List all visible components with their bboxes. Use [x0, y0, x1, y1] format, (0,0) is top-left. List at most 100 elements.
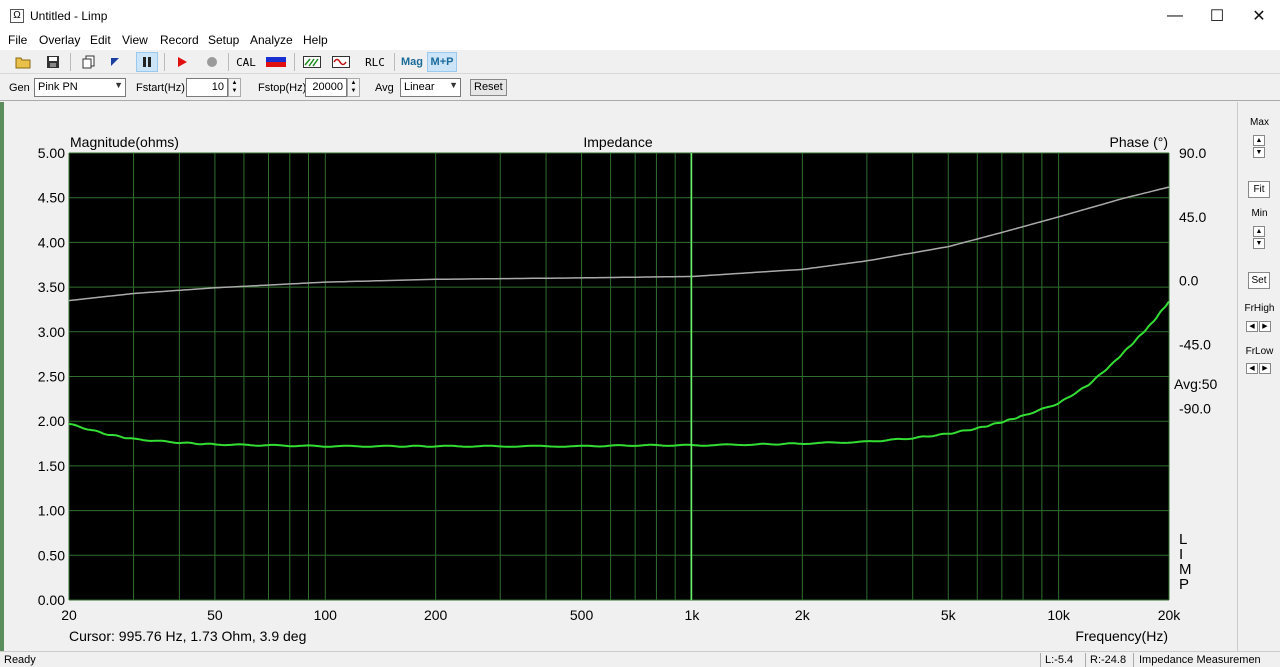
menu-file[interactable]: File	[8, 33, 27, 47]
chevron-down-icon: ▼	[449, 80, 458, 90]
generator-select[interactable]: Pink PN ▼	[34, 78, 126, 97]
max-down-button[interactable]: ▼	[1253, 147, 1265, 158]
menu-analyze[interactable]: Analyze	[250, 33, 293, 47]
fit-button[interactable]: Fit	[1248, 181, 1270, 198]
y-tick-label-right: -45.0	[1179, 337, 1211, 353]
x-tick-label: 20k	[1158, 607, 1182, 623]
y-axis-label-right: Phase (°)	[1109, 134, 1168, 150]
fstart-spinner[interactable]: ▲ ▼	[228, 78, 241, 97]
y-tick-label-left: 4.00	[38, 234, 65, 250]
minimize-button[interactable]: —	[1152, 0, 1198, 31]
fstop-label: Fstop(Hz)	[258, 82, 307, 94]
avg-count-label: Avg:50	[1174, 376, 1218, 392]
x-tick-label: 5k	[941, 607, 957, 623]
menu-edit[interactable]: Edit	[90, 33, 111, 47]
fstop-spinner[interactable]: ▲ ▼	[347, 78, 360, 97]
scale-panel: Max ▲ ▼ Fit Min ▲ ▼ Set FrHigh ◀ ▶ FrLow…	[1237, 102, 1280, 651]
fstart-label: Fstart(Hz)	[136, 82, 185, 94]
chevron-down-icon: ▼	[114, 80, 123, 90]
y-tick-label-left: 1.00	[38, 503, 65, 519]
mag-button[interactable]: Mag	[398, 52, 426, 72]
y-tick-label-left: 0.00	[38, 592, 65, 608]
frlow-right-button[interactable]: ▶	[1259, 363, 1271, 374]
maximize-button[interactable]: ☐	[1194, 0, 1240, 31]
status-bar: Ready L:-5.4 R:-24.8 Impedance Measureme…	[0, 651, 1280, 667]
x-tick-label: 10k	[1047, 607, 1071, 623]
stop-icon[interactable]	[201, 52, 223, 72]
frhigh-left-button[interactable]: ◀	[1246, 321, 1258, 332]
pause-icon[interactable]	[136, 52, 158, 72]
limp-watermark-letter: P	[1179, 576, 1189, 593]
waveform-icon[interactable]	[330, 52, 352, 72]
channel-icon[interactable]	[265, 52, 287, 72]
avg-select[interactable]: Linear ▼	[400, 78, 461, 97]
frhigh-right-button[interactable]: ▶	[1259, 321, 1271, 332]
x-tick-label: 500	[570, 607, 594, 623]
status-mode: Impedance Measuremen	[1139, 654, 1261, 666]
menu-view[interactable]: View	[122, 33, 148, 47]
y-tick-label-left: 3.00	[38, 324, 65, 340]
title-bar: Ω Untitled - Limp — ☐ ✕	[0, 0, 1280, 31]
status-right-level: R:-24.8	[1090, 654, 1127, 666]
menu-record[interactable]: Record	[160, 33, 199, 47]
y-tick-label-right: 90.0	[1179, 145, 1206, 161]
frlow-left-button[interactable]: ◀	[1246, 363, 1258, 374]
x-tick-label: 20	[61, 607, 77, 623]
y-tick-label-right: 45.0	[1179, 209, 1206, 225]
chart-title: Impedance	[583, 134, 652, 150]
app-icon[interactable]: Ω	[10, 9, 24, 23]
y-tick-label-left: 3.50	[38, 279, 65, 295]
menu-overlay[interactable]: Overlay	[39, 33, 80, 47]
generator-value: Pink PN	[38, 81, 78, 93]
mag-phase-button[interactable]: M+P	[427, 52, 457, 72]
y-tick-label-left: 2.50	[38, 369, 65, 385]
set-button[interactable]: Set	[1248, 272, 1270, 289]
x-tick-label: 50	[207, 607, 223, 623]
y-tick-label-left: 2.00	[38, 413, 65, 429]
save-icon[interactable]	[42, 52, 64, 72]
y-tick-label-left: 1.50	[38, 458, 65, 474]
x-tick-label: 1k	[685, 607, 701, 623]
status-ready: Ready	[4, 654, 36, 666]
max-up-button[interactable]: ▲	[1253, 135, 1265, 146]
y-tick-label-left: 5.00	[38, 145, 65, 161]
copy-icon[interactable]	[78, 52, 100, 72]
fstop-input[interactable]: 20000	[305, 78, 347, 97]
min-down-button[interactable]: ▼	[1253, 238, 1265, 249]
cursor-readout: Cursor: 995.76 Hz, 1.73 Ohm, 3.9 deg	[69, 628, 306, 644]
avg-value: Linear	[404, 81, 435, 93]
open-folder-icon[interactable]	[12, 52, 34, 72]
menu-bar: File Overlay Edit View Record Setup Anal…	[0, 31, 1280, 50]
frhigh-label: FrHigh	[1244, 303, 1275, 314]
plot-panel: Magnitude(ohms) Impedance Phase (°) 0.00…	[0, 102, 1236, 651]
y-tick-label-left: 4.50	[38, 190, 65, 206]
y-tick-label-left: 0.50	[38, 547, 65, 563]
record-play-icon[interactable]	[171, 52, 193, 72]
y-tick-label-right: -90.0	[1179, 400, 1211, 416]
cal-button[interactable]: CAL	[235, 52, 257, 72]
min-up-button[interactable]: ▲	[1253, 226, 1265, 237]
reset-button[interactable]: Reset	[470, 79, 507, 96]
marker-icon[interactable]	[104, 52, 126, 72]
generator-bar: Gen Pink PN ▼ Fstart(Hz) 10 ▲ ▼ Fstop(Hz)…	[0, 75, 1280, 101]
close-button[interactable]: ✕	[1236, 0, 1280, 31]
status-left-level: L:-5.4	[1045, 654, 1074, 666]
fstart-input[interactable]: 10	[186, 78, 228, 97]
y-tick-label-right: 0.0	[1179, 273, 1199, 289]
max-label: Max	[1250, 117, 1269, 128]
avg-label: Avg	[375, 82, 394, 94]
x-tick-label: 2k	[795, 607, 811, 623]
rlc-button[interactable]: RLC	[364, 52, 386, 72]
frlow-label: FrLow	[1245, 346, 1274, 357]
x-axis-label: Frequency(Hz)	[1075, 628, 1168, 644]
impedance-chart[interactable]: Magnitude(ohms) Impedance Phase (°) 0.00…	[4, 102, 1236, 651]
menu-help[interactable]: Help	[303, 33, 328, 47]
x-tick-label: 100	[314, 607, 338, 623]
x-tick-label: 200	[424, 607, 448, 623]
y-axis-label-left: Magnitude(ohms)	[70, 134, 179, 150]
window-title: Untitled - Limp	[30, 9, 108, 23]
toolbar: CAL RLC Mag M+P	[0, 50, 1280, 74]
overlay-icon[interactable]	[301, 52, 323, 72]
min-label: Min	[1251, 208, 1268, 219]
menu-setup[interactable]: Setup	[208, 33, 239, 47]
